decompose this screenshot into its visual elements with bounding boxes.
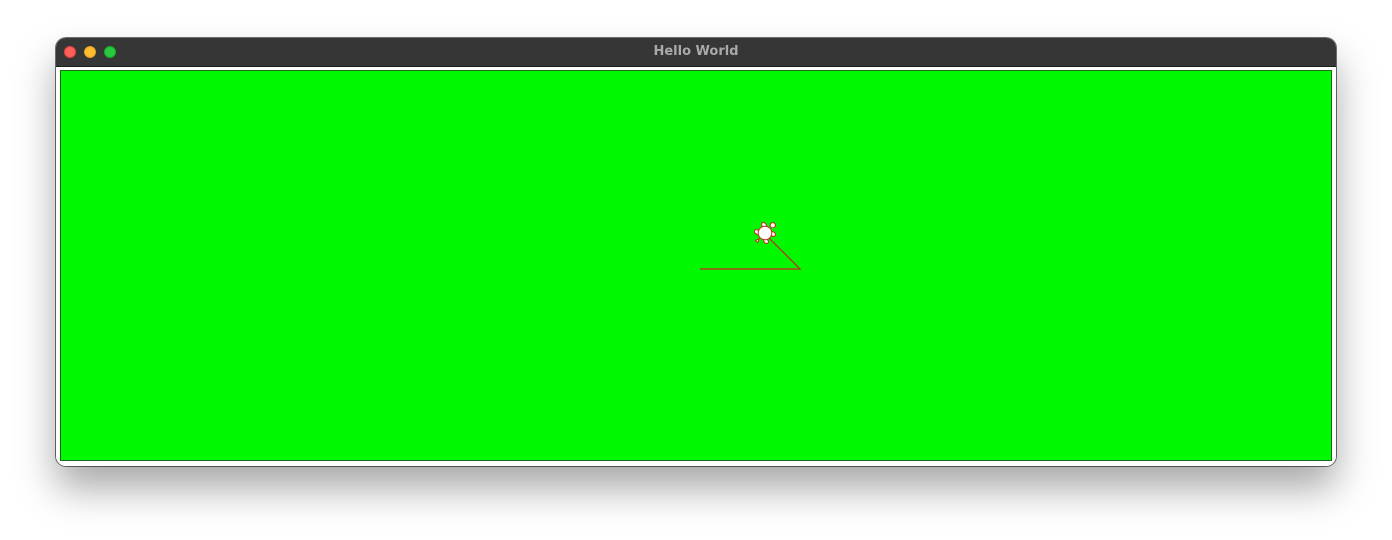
title-bar[interactable]: Hello World	[56, 38, 1336, 67]
canvas-background	[61, 71, 1331, 460]
app-window: Hello World	[56, 38, 1336, 466]
turtle-canvas[interactable]	[60, 70, 1332, 461]
drawing-surface	[61, 71, 1331, 460]
window-title: Hello World	[653, 44, 739, 59]
canvas-container	[56, 67, 1336, 466]
